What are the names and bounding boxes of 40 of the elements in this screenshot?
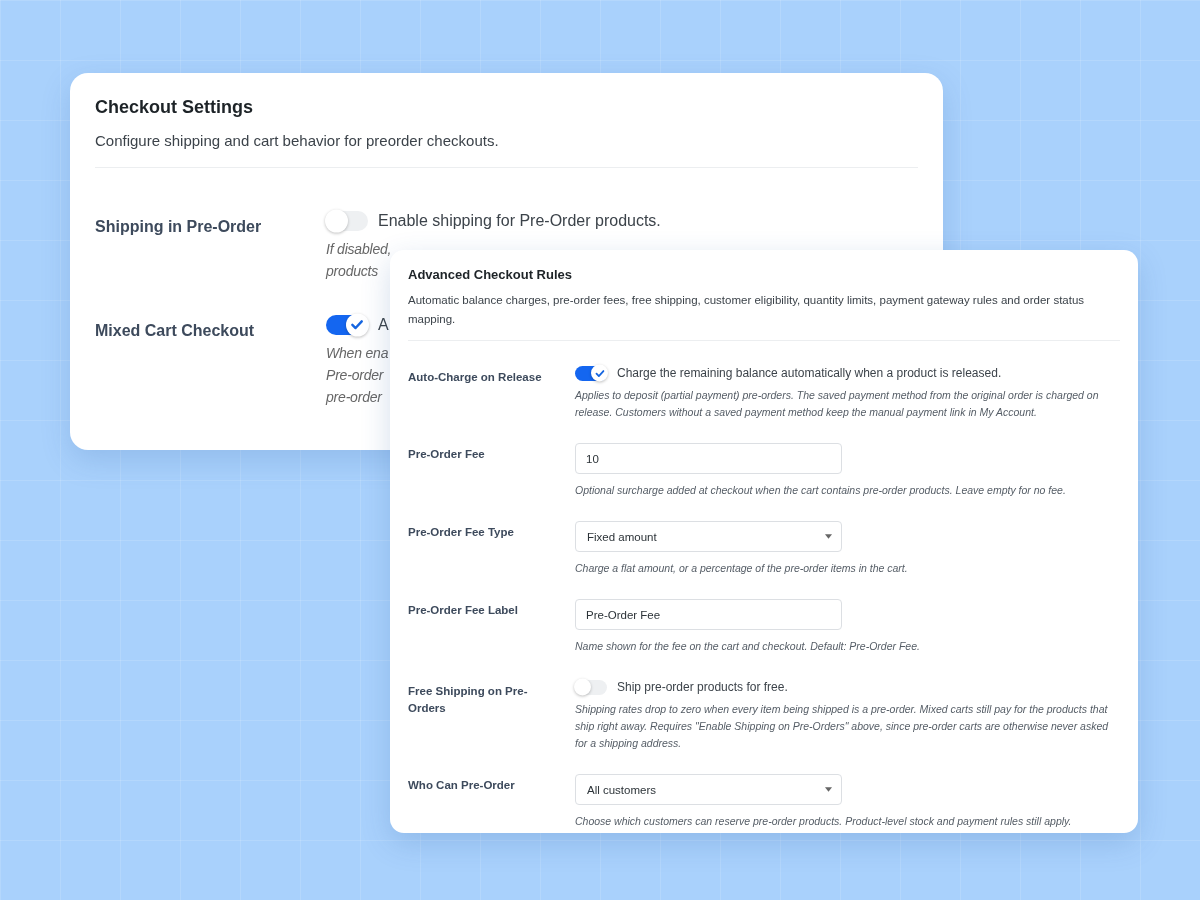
hint-text: pre-order [326, 388, 382, 407]
check-icon [593, 367, 606, 379]
input-field[interactable]: 10 [575, 443, 842, 474]
toggle-label: Charge the remaining balance automatically when a product is released. [617, 366, 1002, 380]
hint-text: Shipping rates drop to zero when every item being shipped is a pre-order. Mixed carts still pay for the products that ship right away. Requires "Enable Shipping on Pre-Orders" above, since pre-order carts are otherwise never asked for a shipping address. [575, 702, 1110, 751]
hint-text: products [326, 262, 379, 281]
card-description: Configure shipping and cart behavior for preorder checkouts. [95, 132, 500, 149]
hint-text: Choose which customers can reserve pre-order products. Product-level stock and payment rules still apply. [575, 814, 1073, 829]
select-field[interactable]: All customers [575, 774, 842, 805]
hint-text: Optional surcharge added at checkout when the cart contains pre-order products. Leave empty for no fee. [575, 483, 1067, 498]
caret-icon [825, 534, 832, 539]
hint-text: Applies to deposit (partial payment) pre-orders. The saved payment method from the original order is charged on release. Customers without a saved payment method keep the manual payment link in My Account. [575, 388, 1100, 420]
select-value: Fixed amount [587, 530, 657, 543]
setting-label: Pre-Order Fee Type [408, 525, 515, 540]
card-title: Advanced Checkout Rules [408, 267, 573, 282]
setting-label: Auto-Charge on Release [408, 370, 543, 385]
hint-text: When ena [326, 344, 389, 363]
toggle-switch[interactable] [326, 315, 368, 335]
select-field[interactable]: Fixed amount [575, 521, 842, 552]
card-description: Automatic balance charges, pre-order fees, free shipping, customer eligibility, quantity limits, payment gateway rules and order status mapping. [408, 293, 1086, 327]
hint-text: Name shown for the fee on the cart and checkout. Default: Pre-Order Fee. [575, 639, 921, 654]
setting-label: Mixed Cart Checkout [95, 321, 256, 341]
setting-label: Pre-Order Fee Label [408, 603, 519, 618]
toggle-switch[interactable] [575, 679, 607, 695]
setting-label: Who Can Pre-Order [408, 778, 516, 793]
toggle-label: Enable shipping for Pre-Order products. [378, 212, 661, 230]
hint-text: Charge a flat amount, or a percentage of the pre-order items in the cart. [575, 561, 909, 576]
toggle-switch[interactable] [326, 211, 368, 231]
hint-text: Pre-order [326, 366, 384, 385]
toggle-switch[interactable] [575, 365, 607, 381]
caret-icon [825, 787, 832, 792]
toggle-label: Ship pre-order products for free. [617, 680, 788, 694]
setting-label: Free Shipping on Pre-Orders [408, 684, 529, 716]
card-title: Checkout Settings [95, 97, 255, 118]
setting-label: Pre-Order Fee [408, 447, 486, 462]
setting-label: Shipping in Pre-Order [95, 217, 263, 237]
select-value: All customers [587, 783, 657, 796]
input-field[interactable]: Pre-Order Fee [575, 599, 842, 630]
toggle-label: A [378, 316, 389, 334]
hint-text: If disabled, [326, 240, 392, 259]
